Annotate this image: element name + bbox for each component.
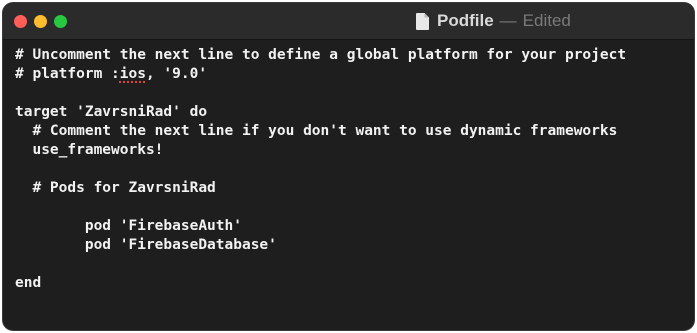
code-line: # platform :ios, '9.0' bbox=[15, 65, 690, 84]
close-icon[interactable] bbox=[14, 15, 27, 28]
code-line: # Pods for ZavrsniRad bbox=[15, 180, 216, 196]
title-bar[interactable]: Podfile — Edited bbox=[3, 3, 694, 40]
code-line-start: # platform : bbox=[15, 66, 120, 82]
code-line: # Comment the next line if you don't wan… bbox=[15, 123, 618, 139]
text-editor[interactable]: # Uncomment the next line to define a gl… bbox=[15, 46, 690, 293]
document-status: Edited bbox=[522, 11, 571, 30]
minimize-icon[interactable] bbox=[34, 15, 47, 28]
code-line: # Uncomment the next line to define a gl… bbox=[15, 47, 627, 63]
code-line: use_frameworks! bbox=[15, 142, 164, 158]
title-separator: — bbox=[499, 11, 517, 30]
document-icon bbox=[416, 12, 429, 30]
window-title: Podfile — Edited bbox=[416, 10, 571, 32]
misspelled-word[interactable]: ios bbox=[120, 66, 146, 82]
code-line: pod 'FirebaseDatabase' bbox=[15, 237, 277, 253]
code-line: end bbox=[15, 275, 42, 291]
code-line: pod 'FirebaseAuth' bbox=[15, 218, 242, 234]
code-line: target 'ZavrsniRad' do bbox=[15, 104, 208, 120]
code-line-end: , '9.0' bbox=[145, 66, 208, 82]
document-name: Podfile bbox=[437, 11, 494, 30]
maximize-icon[interactable] bbox=[54, 15, 67, 28]
editor-window: Podfile — Edited # Uncomment the next li… bbox=[3, 3, 694, 330]
